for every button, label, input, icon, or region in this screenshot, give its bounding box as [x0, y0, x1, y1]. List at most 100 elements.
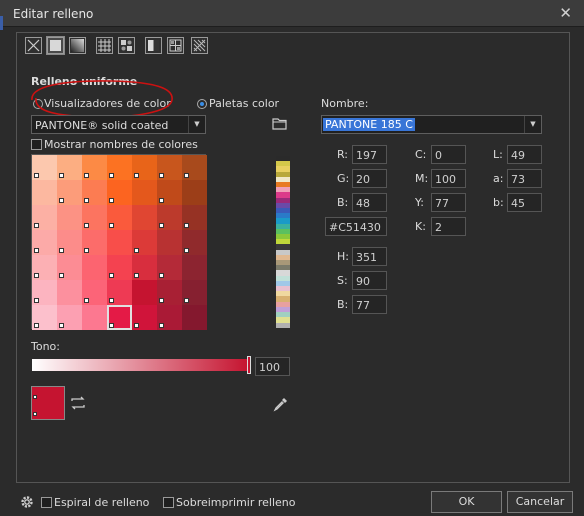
chevron-down-icon[interactable]: ▼ [524, 116, 541, 133]
palette-strip-segment[interactable] [276, 322, 290, 328]
color-swatch[interactable] [82, 205, 107, 230]
color-swatch[interactable] [107, 155, 132, 180]
color-swatch[interactable] [132, 180, 157, 205]
lab-a-field[interactable]: 73 [507, 169, 542, 188]
color-swatch[interactable] [32, 280, 57, 305]
close-icon[interactable]: ✕ [559, 4, 572, 22]
vector-pattern-icon[interactable] [96, 37, 113, 54]
green-field[interactable]: 20 [352, 169, 387, 188]
color-swatch[interactable] [182, 280, 207, 305]
texture-fill-icon[interactable] [167, 37, 184, 54]
no-fill-icon[interactable] [25, 37, 42, 54]
color-swatch[interactable] [107, 305, 132, 330]
palette-navigation-strip[interactable] [276, 156, 290, 328]
black-field[interactable]: 2 [431, 217, 466, 236]
palette-dropdown[interactable]: PANTONE® solid coated ▼ [31, 115, 206, 134]
color-swatch[interactable] [182, 305, 207, 330]
color-swatch[interactable] [32, 230, 57, 255]
palette-swatch-grid[interactable] [31, 154, 207, 330]
swap-colors-icon[interactable] [70, 395, 86, 411]
color-swatch[interactable] [132, 305, 157, 330]
hue-field[interactable]: 351 [352, 247, 387, 266]
lab-l-field[interactable]: 49 [507, 145, 542, 164]
color-swatch[interactable] [182, 255, 207, 280]
fountain-fill-icon[interactable] [69, 37, 86, 54]
color-swatch[interactable] [57, 280, 82, 305]
color-swatch[interactable] [82, 305, 107, 330]
color-swatch[interactable] [32, 305, 57, 330]
color-swatch[interactable] [32, 205, 57, 230]
viewers-radio[interactable] [33, 99, 43, 109]
color-swatch[interactable] [32, 155, 57, 180]
window-title: Editar relleno [13, 7, 94, 21]
brightness-field[interactable]: 77 [352, 295, 387, 314]
chevron-down-icon[interactable]: ▼ [188, 116, 205, 133]
uniform-fill-icon[interactable] [46, 36, 65, 55]
color-swatch[interactable] [157, 205, 182, 230]
color-swatch[interactable] [57, 255, 82, 280]
color-swatch[interactable] [107, 180, 132, 205]
open-palette-folder-icon[interactable] [272, 117, 287, 130]
color-swatch[interactable] [57, 305, 82, 330]
tint-slider[interactable] [32, 359, 248, 371]
palettes-label[interactable]: Paletas color [209, 97, 279, 110]
color-swatch[interactable] [182, 180, 207, 205]
gear-icon[interactable] [19, 494, 35, 510]
show-names-checkbox[interactable] [31, 139, 42, 150]
saturation-field[interactable]: 90 [352, 271, 387, 290]
color-swatch[interactable] [57, 230, 82, 255]
color-swatch[interactable] [107, 255, 132, 280]
overprint-fill-label[interactable]: Sobreimprimir relleno [176, 496, 296, 509]
fill-spiral-checkbox[interactable] [41, 497, 52, 508]
color-swatch[interactable] [82, 255, 107, 280]
color-swatch[interactable] [132, 255, 157, 280]
blue-field[interactable]: 48 [352, 193, 387, 212]
red-field[interactable]: 197 [352, 145, 387, 164]
yellow-field[interactable]: 77 [431, 193, 466, 212]
color-swatch[interactable] [182, 155, 207, 180]
color-swatch[interactable] [157, 180, 182, 205]
overprint-fill-checkbox[interactable] [163, 497, 174, 508]
show-names-label[interactable]: Mostrar nombres de colores [44, 138, 198, 151]
color-swatch[interactable] [107, 205, 132, 230]
color-swatch[interactable] [182, 205, 207, 230]
color-name-dropdown[interactable]: PANTONE 185 C ▼ [321, 115, 542, 134]
lab-b-field[interactable]: 45 [507, 193, 542, 212]
cancel-button[interactable]: Cancelar [507, 491, 573, 513]
tint-slider-handle[interactable] [247, 356, 251, 374]
color-swatch[interactable] [132, 205, 157, 230]
fill-spiral-label[interactable]: Espiral de relleno [54, 496, 149, 509]
color-swatch[interactable] [57, 155, 82, 180]
color-swatch[interactable] [57, 205, 82, 230]
color-swatch[interactable] [157, 280, 182, 305]
bitmap-pattern-icon[interactable] [118, 37, 135, 54]
color-swatch[interactable] [132, 155, 157, 180]
color-swatch[interactable] [107, 230, 132, 255]
color-swatch[interactable] [32, 180, 57, 205]
color-swatch[interactable] [182, 230, 207, 255]
ok-button[interactable]: OK [431, 491, 502, 513]
viewers-label[interactable]: Visualizadores de color [44, 97, 171, 110]
color-swatch[interactable] [107, 280, 132, 305]
two-color-pattern-icon[interactable] [145, 37, 162, 54]
cyan-field[interactable]: 0 [431, 145, 466, 164]
hex-field[interactable]: #C51430 [325, 217, 387, 236]
color-swatch[interactable] [132, 230, 157, 255]
postscript-fill-icon[interactable] [191, 37, 208, 54]
color-swatch[interactable] [57, 180, 82, 205]
color-swatch[interactable] [157, 255, 182, 280]
color-swatch[interactable] [132, 280, 157, 305]
color-swatch[interactable] [82, 280, 107, 305]
palettes-radio[interactable] [197, 99, 207, 109]
magenta-field[interactable]: 100 [431, 169, 466, 188]
color-swatch[interactable] [82, 180, 107, 205]
color-swatch[interactable] [157, 155, 182, 180]
color-swatch[interactable] [82, 155, 107, 180]
color-swatch[interactable] [157, 305, 182, 330]
color-swatch[interactable] [157, 230, 182, 255]
color-swatch[interactable] [32, 255, 57, 280]
eyedropper-icon[interactable] [273, 396, 289, 412]
h-label: H: [337, 250, 349, 263]
color-swatch[interactable] [82, 230, 107, 255]
tint-field[interactable]: 100 [255, 357, 290, 376]
